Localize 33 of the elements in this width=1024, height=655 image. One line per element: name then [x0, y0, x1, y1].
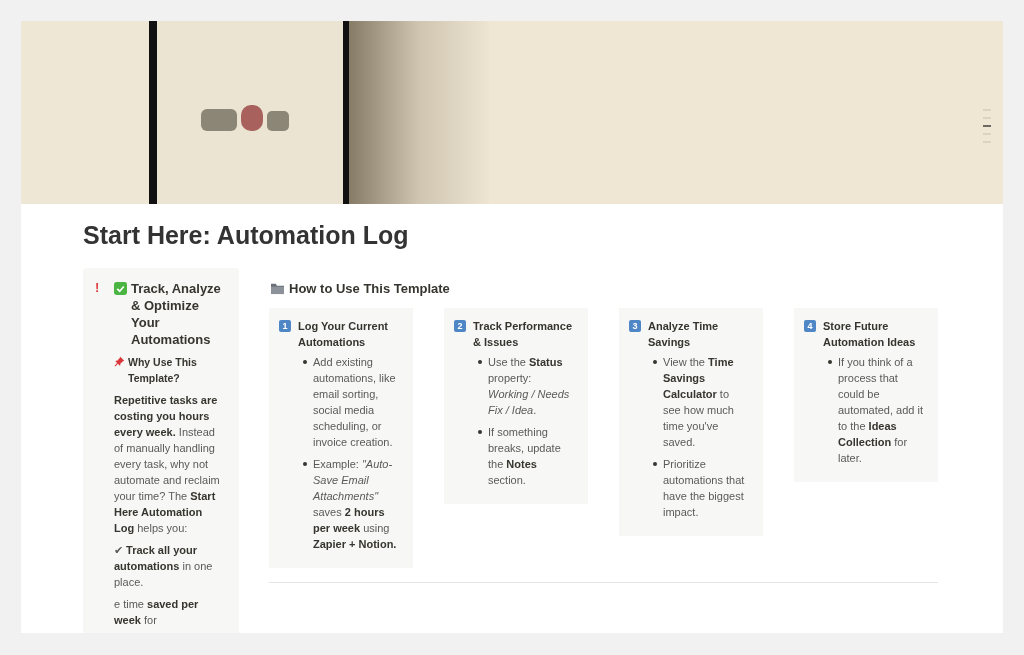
callout-paragraph: Repetitive tasks are costing you hours every week. Instead of manually handling every task, why not automate and reclaim your time? The Start Here Automation Log helps you: — [114, 393, 221, 536]
page-title: Start Here: Automation Log — [83, 220, 410, 250]
bullet-text: If something breaks, update the Notes section. — [488, 425, 562, 488]
step-title: Track Performance & Issues — [473, 319, 574, 350]
bullet-text: Prioritize automations that have the biggest impact. — [663, 457, 746, 520]
section-heading: How to Use This Template — [289, 280, 450, 296]
checklist-item: ✔ Track all your automations in one place. — [114, 543, 214, 590]
bullet-text: Use the Status property: Working / Needs Fix / Idea. — [488, 355, 571, 418]
step-title: Log Your Current Automations — [298, 319, 390, 350]
step-title: Analyze Time Savings — [648, 319, 720, 350]
number-badge: 1 — [279, 320, 291, 332]
bullet-icon — [478, 430, 482, 434]
bullet-text: Example: "Auto-Save Email Attachments" saves 2 hours per week using Zapier + Notion. — [313, 457, 398, 552]
bullet-icon — [478, 360, 482, 364]
bullet-icon — [303, 360, 307, 364]
callout-heading-text: Track, Analyze & Optimize Your Automations — [131, 280, 222, 348]
checklist-item: e time saved per week for — [114, 597, 200, 628]
bullet-icon — [653, 462, 657, 466]
bullet-icon — [828, 360, 832, 364]
bullet-text: Add existing automations, like email sorting, social media scheduling, or invoice creation. — [313, 355, 397, 450]
number-badge: 2 — [454, 320, 466, 332]
pin-icon — [114, 356, 125, 367]
number-badge: 4 — [804, 320, 816, 332]
bullet-icon — [653, 360, 657, 364]
checkmark-icon — [114, 282, 127, 295]
callout-subheading: Why Use This Template? — [128, 355, 198, 386]
folder-icon — [270, 281, 285, 295]
bullet-text: View the Time Savings Calculator to see how much time you've saved. — [663, 355, 735, 450]
step-title: Store Future Automation Ideas — [823, 319, 917, 350]
number-badge: 3 — [629, 320, 641, 332]
bullet-icon — [303, 462, 307, 466]
exclamation-icon: ! — [95, 280, 114, 633]
bullet-text: If you think of a process that could be automated, add it to the Ideas Collection for later. — [838, 355, 924, 466]
